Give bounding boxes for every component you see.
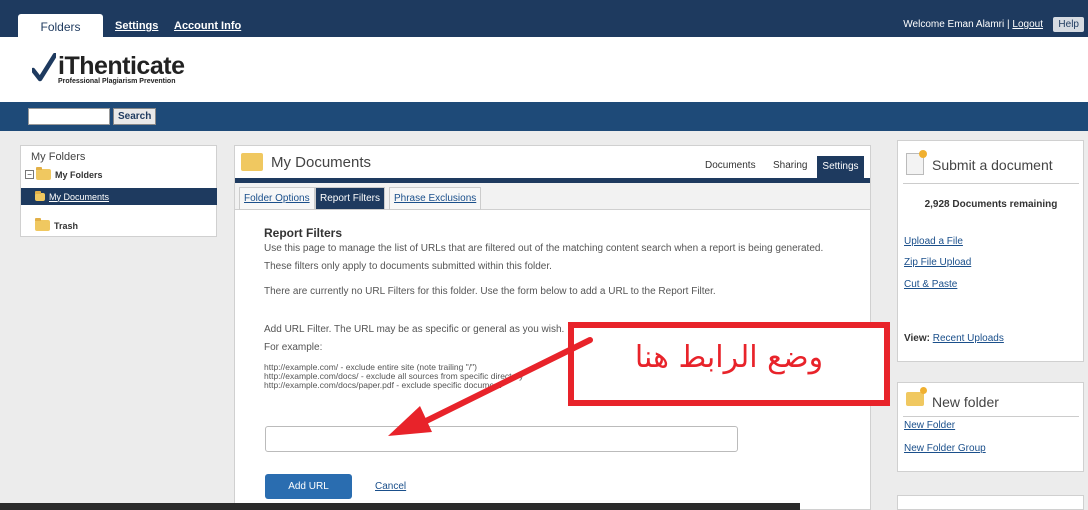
subtabs: Folder Options Report Filters Phrase Exc…	[235, 183, 870, 210]
sidebar-item-label: Trash	[54, 220, 79, 231]
brand-name: iThenticate	[58, 52, 185, 80]
trash-folder-icon	[35, 218, 50, 231]
sidebar-title: My Folders	[31, 151, 86, 163]
folder-group-row[interactable]: − My Folders	[25, 167, 103, 180]
subtab-phrase-exclusions[interactable]: Phrase Exclusions	[389, 187, 482, 210]
description-text: Use this page to manage the list of URLs…	[264, 243, 824, 254]
panel-title: Submit a document	[932, 157, 1053, 173]
subtab-folder-options[interactable]: Folder Options	[239, 187, 315, 210]
logo: iThenticate Professional Plagiarism Prev…	[32, 52, 185, 85]
tab-account-info[interactable]: Account Info	[174, 20, 241, 32]
tab-settings[interactable]: Settings	[115, 20, 158, 32]
search-bar: Search	[0, 102, 1088, 131]
folder-add-icon	[906, 387, 927, 406]
folder-group-label: My Folders	[55, 169, 103, 180]
folder-icon	[241, 153, 263, 171]
header: iThenticate Professional Plagiarism Prev…	[0, 37, 1088, 102]
help-button[interactable]: Help	[1053, 17, 1084, 32]
new-folder-group-link[interactable]: New Folder Group	[904, 443, 986, 454]
subtab-report-filters[interactable]: Report Filters	[315, 187, 386, 210]
panel-partial	[897, 495, 1084, 510]
search-input[interactable]	[28, 108, 110, 125]
upload-file-link[interactable]: Upload a File	[904, 236, 963, 247]
cancel-link[interactable]: Cancel	[375, 481, 406, 492]
tab-settings[interactable]: Settings	[817, 156, 864, 178]
divider	[903, 183, 1079, 184]
page-title: My Documents	[271, 154, 372, 171]
tab-folders[interactable]: Folders	[18, 14, 103, 38]
welcome-text: Welcome Eman Alamri |	[903, 19, 1010, 30]
submit-document-panel: Submit a document 2,928 Documents remain…	[897, 140, 1084, 362]
taskbar-strip	[0, 503, 800, 510]
view-label: View:	[904, 333, 930, 344]
description-text: These filters only apply to documents su…	[264, 261, 552, 272]
new-folder-link[interactable]: New Folder	[904, 420, 955, 431]
recent-uploads-link[interactable]: Recent Uploads	[933, 333, 1004, 344]
status-text: There are currently no URL Filters for t…	[264, 286, 716, 297]
brand-tagline: Professional Plagiarism Prevention	[58, 78, 176, 85]
search-button[interactable]: Search	[113, 108, 157, 125]
folder-open-icon	[35, 190, 45, 201]
sidebar-item-label[interactable]: My Documents	[49, 192, 109, 202]
folder-icon	[36, 167, 51, 180]
collapse-icon[interactable]: −	[25, 170, 34, 179]
view-row: View: Recent Uploads	[904, 333, 1004, 344]
sidebar-item-trash[interactable]: Trash	[35, 218, 79, 231]
annotation-box: وضع الرابط هنا	[568, 322, 890, 406]
cut-paste-link[interactable]: Cut & Paste	[904, 279, 957, 290]
tab-documents[interactable]: Documents	[705, 160, 756, 171]
annotation-text: وضع الرابط هنا	[634, 340, 824, 375]
divider	[903, 416, 1079, 417]
document-add-icon	[906, 150, 927, 175]
new-folder-panel: New folder New Folder New Folder Group	[897, 382, 1084, 472]
sidebar-item-my-documents[interactable]: My Documents	[21, 188, 217, 205]
panel-title: New folder	[932, 394, 999, 410]
logout-link[interactable]: Logout	[1012, 19, 1043, 30]
documents-remaining: 2,928 Documents remaining	[924, 199, 1058, 210]
add-url-button[interactable]: Add URL	[265, 474, 352, 499]
tab-sharing[interactable]: Sharing	[773, 160, 807, 171]
section-heading: Report Filters	[264, 226, 343, 240]
top-navigation: Folders Settings Account Info Welcome Em…	[0, 0, 1088, 38]
checkmark-icon	[32, 53, 56, 82]
url-filter-input[interactable]	[265, 426, 738, 452]
welcome-area: Welcome Eman Alamri | Logout	[903, 19, 1043, 30]
zip-upload-link[interactable]: Zip File Upload	[904, 257, 971, 268]
folder-sidebar: My Folders − My Folders My Documents Tra…	[20, 145, 217, 237]
